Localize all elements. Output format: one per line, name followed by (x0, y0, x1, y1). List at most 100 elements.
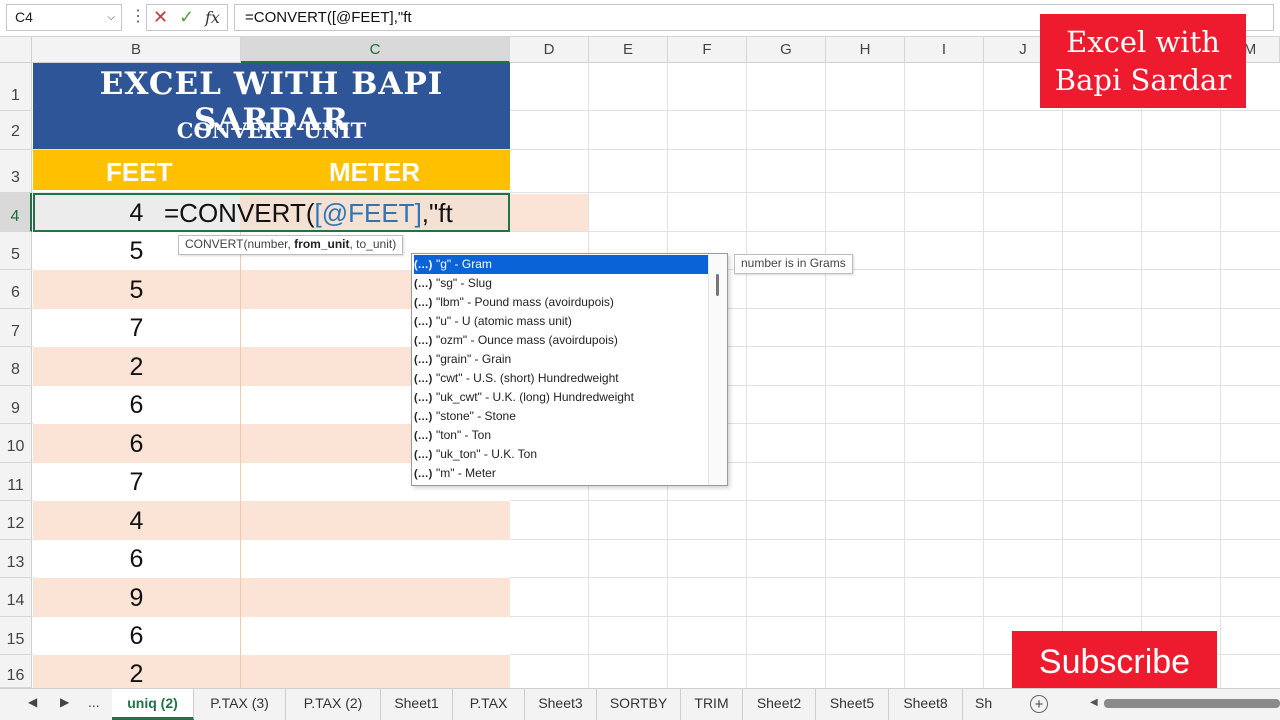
chevron-down-icon[interactable]: ⌵ (107, 5, 115, 30)
feet-cell[interactable]: 6 (33, 391, 240, 420)
unit-icon: (…) (414, 373, 433, 385)
cancel-icon[interactable]: ✕ (153, 7, 168, 28)
row-header-14[interactable]: 14 (0, 578, 32, 617)
autocomplete-item[interactable]: (…) "uk_cwt" - U.K. (long) Hundredweight (414, 388, 709, 407)
tab-ptax-3[interactable]: P.TAX (3) (194, 689, 286, 720)
autocomplete-item[interactable]: (…) "u" - U (atomic mass unit) (414, 312, 709, 331)
autocomplete-item[interactable]: (…) "lbm" - Pound mass (avoirdupois) (414, 293, 709, 312)
column-header-d[interactable]: D (510, 37, 589, 63)
row-header-16[interactable]: 16 (0, 655, 32, 688)
unit-icon: (…) (414, 392, 433, 404)
scroll-left-icon[interactable]: ◀ (1090, 697, 1098, 708)
column-header-f[interactable]: F (668, 37, 747, 63)
tab-scroll-right-icon[interactable]: ▶ (60, 695, 69, 709)
unit-icon: (…) (414, 297, 433, 309)
autocomplete-item[interactable]: (…) "g" - Gram (414, 255, 709, 274)
column-header-i[interactable]: I (905, 37, 984, 63)
feet-cell[interactable]: 2 (33, 353, 240, 382)
row-header-11[interactable]: 11 (0, 463, 32, 501)
row-header-10[interactable]: 10 (0, 424, 32, 463)
tooltip-active-arg[interactable]: from_unit (294, 237, 349, 251)
autocomplete-list[interactable]: (…) "g" - Gram (…) "sg" - Slug (…) "lbm" - … (411, 253, 728, 486)
scroll-thumb[interactable] (716, 274, 719, 296)
row-header-1[interactable]: 1 (0, 63, 32, 111)
tab-ptax-2[interactable]: P.TAX (2) (286, 689, 381, 720)
function-signature-tooltip[interactable]: CONVERT(number, from_unit, to_unit) (178, 235, 404, 255)
row-header-12[interactable]: 12 (0, 501, 32, 540)
header-meter[interactable]: METER (329, 157, 420, 188)
autocomplete-item[interactable]: (…) "cwt" - U.S. (short) Hundredweight (414, 369, 709, 388)
name-box[interactable]: C4 ⌵ (6, 4, 122, 31)
feet-cell[interactable]: 6 (33, 545, 240, 574)
edit-overflow (510, 194, 588, 231)
unit-description-tooltip: number is in Grams (734, 254, 853, 274)
tab-sheet2[interactable]: Sheet2 (743, 689, 816, 720)
header-feet[interactable]: FEET (106, 157, 172, 188)
column-header-b[interactable]: B (32, 37, 241, 63)
feet-cell[interactable]: 9 (33, 584, 240, 613)
column-header-e[interactable]: E (589, 37, 668, 63)
row-header-9[interactable]: 9 (0, 386, 32, 424)
autocomplete-item[interactable]: (…) "m" - Meter (414, 464, 709, 483)
autocomplete-item[interactable]: (…) "uk_ton" - U.K. Ton (414, 445, 709, 464)
tab-sheet3[interactable]: Sheet3 (525, 689, 597, 720)
formula-ref: [@FEET] (314, 198, 422, 228)
unit-icon: (…) (414, 316, 433, 328)
autocomplete-item[interactable]: (…) "ozm" - Ounce mass (avoirdupois) (414, 331, 709, 350)
column-divider (240, 232, 241, 688)
column-header-g[interactable]: G (747, 37, 826, 63)
autocomplete-scrollbar[interactable] (708, 254, 727, 485)
feet-cell[interactable]: 6 (33, 622, 240, 651)
enter-icon[interactable]: ✓ (179, 7, 194, 28)
row-header-6[interactable]: 6 (0, 270, 32, 309)
tab-sheet-partial[interactable]: Sh (963, 689, 1015, 720)
tooltip-rest[interactable]: , to_unit) (350, 237, 397, 251)
tab-ptax[interactable]: P.TAX (453, 689, 525, 720)
feet-cell[interactable]: 2 (33, 660, 240, 689)
brand-line-1: Excel with (1066, 25, 1220, 59)
autocomplete-item[interactable]: (…) "sg" - Slug (414, 274, 709, 293)
horizontal-scrollbar[interactable] (1104, 699, 1280, 708)
row-header-8[interactable]: 8 (0, 347, 32, 386)
autocomplete-item[interactable]: (…) "stone" - Stone (414, 407, 709, 426)
tab-sheet8[interactable]: Sheet8 (889, 689, 963, 720)
more-options-icon[interactable]: ⋮ (130, 6, 146, 26)
in-cell-formula[interactable]: =CONVERT([@FEET],"ft (164, 198, 453, 229)
feet-cell[interactable]: 5 (33, 276, 240, 305)
gridline (825, 63, 826, 688)
column-header-c[interactable]: C (241, 37, 510, 63)
tab-scroll-left-icon[interactable]: ◀ (28, 695, 37, 709)
feet-cell[interactable]: 4 (33, 507, 240, 536)
tab-sheet1[interactable]: Sheet1 (381, 689, 453, 720)
row-header-5[interactable]: 5 (0, 232, 32, 270)
unit-icon: (…) (414, 411, 433, 423)
gridline (1062, 63, 1063, 688)
row-header-15[interactable]: 15 (0, 617, 32, 655)
brand-line-2: Bapi Sardar (1054, 63, 1232, 97)
row-header-4[interactable]: 4 (0, 193, 32, 232)
select-all-corner[interactable] (0, 37, 32, 63)
feet-cell[interactable]: 7 (33, 314, 240, 343)
subscribe-badge[interactable]: Subscribe (1012, 631, 1217, 693)
autocomplete-item[interactable]: (…) "ton" - Ton (414, 426, 709, 445)
tab-trim[interactable]: TRIM (681, 689, 743, 720)
add-sheet-icon[interactable]: + (1030, 695, 1048, 713)
insert-function-icon[interactable]: fx (205, 8, 220, 27)
row-header-3[interactable]: 3 (0, 150, 32, 193)
tooltip-fn[interactable]: CONVERT(number, (185, 237, 294, 251)
feet-cell[interactable]: 7 (33, 468, 240, 497)
autocomplete-item[interactable]: (…) "grain" - Grain (414, 350, 709, 369)
row-header-13[interactable]: 13 (0, 540, 32, 578)
tab-sheet5[interactable]: Sheet5 (816, 689, 889, 720)
tab-uniq-2[interactable]: uniq (2) (112, 689, 194, 720)
tab-more[interactable]: ... (88, 694, 100, 710)
table-header: FEET METER (33, 150, 510, 190)
row-header-2[interactable]: 2 (0, 111, 32, 150)
tab-sortby[interactable]: SORTBY (597, 689, 681, 720)
sheet-tab-bar: ◀ ▶ ... uniq (2) P.TAX (3) P.TAX (2) She… (0, 688, 1280, 720)
formula-buttons: ✕ ✓ fx (146, 4, 228, 31)
gridline (904, 63, 905, 688)
feet-cell[interactable]: 6 (33, 430, 240, 459)
row-header-7[interactable]: 7 (0, 309, 32, 347)
column-header-h[interactable]: H (826, 37, 905, 63)
